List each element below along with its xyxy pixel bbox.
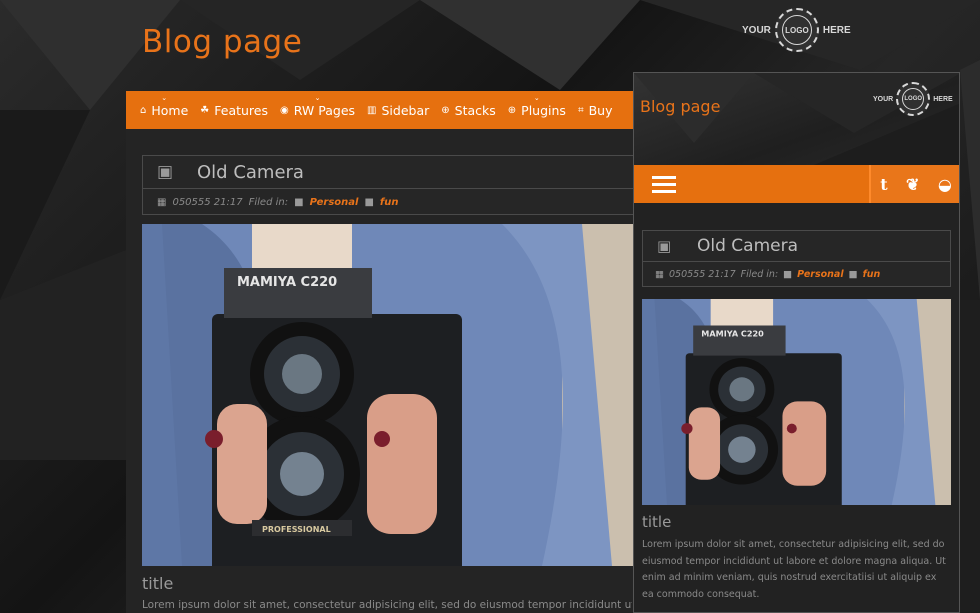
nav-label: Buy: [588, 102, 613, 118]
site-logo[interactable]: YOUR LOGO HERE: [742, 8, 851, 52]
mobile-post-header-box: ▣ Old Camera ▦ 050555 21:17 Filed in: ■ …: [642, 230, 951, 287]
post-date: 050555 21:17: [668, 268, 736, 280]
logo-text-right: HERE: [933, 95, 953, 103]
post-title-row: ▣ Old Camera: [143, 156, 651, 189]
tag-fun[interactable]: fun: [380, 197, 399, 208]
mobile-post-body-text: Lorem ipsum dolor sit amet, consectetur …: [642, 539, 946, 600]
calendar-icon: ▦: [655, 268, 664, 280]
post-subtitle: title: [142, 574, 174, 593]
camera-brand: MAMIYA C220: [237, 275, 337, 290]
columns-icon: ▥: [367, 104, 377, 116]
post-date: 050555 21:17: [172, 196, 243, 208]
post-meta: ▦ 050555 21:17 Filed in: ■ Personal ■ fu…: [143, 189, 651, 215]
camera-photo-illustration: MAMIYA C220: [642, 299, 951, 505]
post-image: MAMIYA C220 PROFESSIONAL: [142, 224, 637, 566]
nav-item-stacks[interactable]: ⊕ Stacks: [441, 103, 496, 118]
post-title[interactable]: Old Camera: [197, 162, 304, 183]
folder-icon: ■: [848, 268, 858, 280]
post-header-box: ▣ Old Camera ▦ 050555 21:17 Filed in: ■ …: [142, 155, 652, 215]
nav-item-buy[interactable]: ⌗ Buy: [578, 103, 613, 118]
nav-item-plugins[interactable]: ⌄ ⊕ Plugins: [507, 94, 566, 118]
chevron-down-icon: ⌄: [533, 93, 540, 102]
rss-icon[interactable]: ◒: [938, 175, 952, 194]
nav-item-home[interactable]: ⌄ ⌂ Home: [140, 94, 189, 118]
logo-seal-icon: LOGO: [774, 8, 819, 52]
tag-personal[interactable]: Personal: [797, 269, 843, 280]
calendar-icon: ▦: [157, 196, 167, 208]
site-title[interactable]: Blog page: [142, 24, 302, 60]
post-body-text: Lorem ipsum dolor sit amet, consectetur …: [142, 599, 632, 611]
tag-personal[interactable]: Personal: [310, 197, 359, 208]
mobile-preview: Blog page t ❦ ◒ ▣ Old Camera ▦ 050555 21…: [633, 72, 960, 613]
plus-circle-icon: ⊕: [441, 104, 450, 116]
post-meta: ▦ 050555 21:17 Filed in: ■ Personal ■ fu…: [643, 262, 950, 286]
nav-label: Stacks: [454, 102, 496, 118]
nav-label: Plugins: [521, 102, 566, 118]
folder-icon: ■: [294, 196, 304, 208]
logo-text-center: LOGO: [902, 88, 925, 110]
logo-text-center: LOGO: [781, 15, 812, 45]
cart-icon: ⌗: [577, 104, 584, 116]
camera-brand: MAMIYA C220: [701, 329, 764, 338]
nav-label: RW Pages: [293, 102, 356, 118]
logo-text-left: YOUR: [742, 24, 771, 36]
social-links: t ❦ ◒: [869, 165, 959, 203]
mobile-post-subtitle: title: [642, 513, 672, 531]
folder-icon: ■: [783, 268, 793, 280]
nav-label: Home: [151, 102, 189, 118]
nav-label: Sidebar: [381, 102, 430, 118]
nav-label: Features: [214, 102, 268, 118]
eye-icon: ◉: [280, 104, 289, 116]
folder-icon: ■: [364, 196, 374, 208]
nav-item-sidebar[interactable]: ▥ Sidebar: [367, 103, 429, 118]
nav-item-rw-pages[interactable]: ⌄ ◉ RW Pages: [280, 94, 356, 118]
mobile-post-image: MAMIYA C220: [642, 299, 951, 505]
filed-in-label: Filed in:: [740, 268, 779, 280]
tag-fun[interactable]: fun: [863, 269, 881, 280]
post-title[interactable]: Old Camera: [697, 236, 798, 256]
plus-circle-icon: ⊕: [507, 104, 517, 116]
evernote-icon[interactable]: ❦: [906, 175, 919, 194]
filed-in-label: Filed in:: [248, 196, 289, 208]
camera-photo-illustration: MAMIYA C220 PROFESSIONAL: [142, 224, 637, 566]
mobile-navigation: t ❦ ◒: [634, 165, 959, 203]
trophy-icon: ☘: [200, 104, 210, 116]
camera-icon: ▣: [157, 162, 174, 182]
home-icon: ⌂: [140, 104, 147, 116]
logo-text-right: HERE: [822, 24, 851, 36]
chevron-down-icon: ⌄: [161, 93, 168, 102]
tumblr-icon[interactable]: t: [880, 175, 887, 194]
nav-item-features[interactable]: ☘ Features: [200, 103, 268, 118]
post-title-row: ▣ Old Camera: [643, 231, 950, 262]
mobile-site-logo[interactable]: YOUR LOGO HERE: [873, 82, 953, 116]
mobile-site-title[interactable]: Blog page: [640, 97, 720, 116]
camera-icon: ▣: [657, 237, 672, 255]
logo-text-left: YOUR: [873, 95, 894, 103]
chevron-down-icon: ⌄: [314, 93, 321, 102]
logo-seal-icon: LOGO: [896, 82, 931, 116]
hamburger-menu-icon[interactable]: [652, 172, 676, 197]
main-navigation: ⌄ ⌂ Home ☘ Features ⌄ ◉ RW Pages ▥ Sideb…: [126, 91, 646, 129]
camera-footer-label: PROFESSIONAL: [262, 525, 331, 534]
